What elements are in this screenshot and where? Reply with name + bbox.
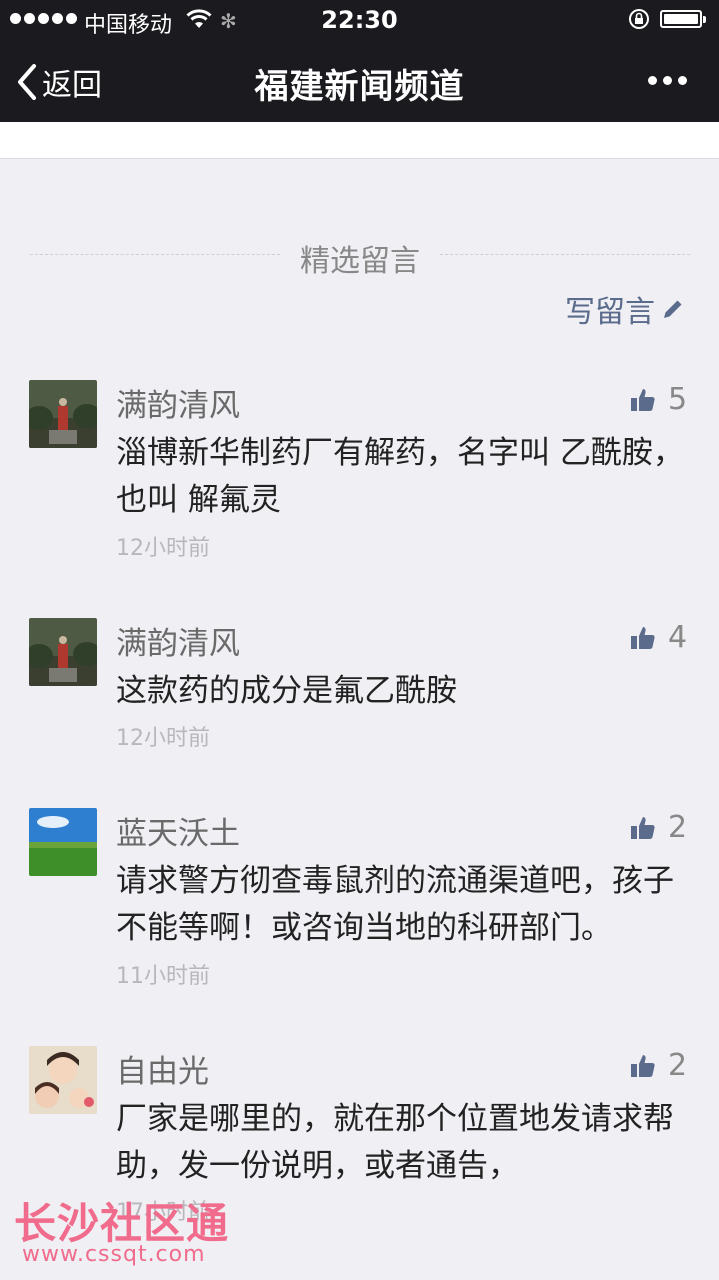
write-comment-button[interactable]: 写留言 (565, 288, 685, 330)
like-count: 2 (668, 810, 688, 845)
thumbs-up-icon (631, 816, 655, 839)
commenter-name: 自由光 (116, 1054, 209, 1090)
commenter-name: 蓝天沃土 (116, 816, 240, 852)
status-bar: 中国移动 ✻ 22:30 (0, 0, 719, 40)
avatar[interactable] (29, 1046, 97, 1114)
like-button[interactable]: 2 (630, 1048, 687, 1083)
watermark-url: www.cssqt.com (22, 1242, 206, 1267)
comment-item: 蓝天沃土 2 请求警方彻查毒鼠剂的流通渠道吧，孩子不能等啊！或咨询当地的科研部门… (0, 808, 719, 989)
comment-item: 满韵清风 5 淄博新华制药厂有解药，名字叫 乙酰胺，也叫 解氟灵 12小时前 (0, 380, 719, 561)
like-count: 5 (668, 382, 688, 417)
commenter-name: 满韵清风 (116, 626, 240, 662)
page-title: 福建新闻频道 (254, 67, 465, 107)
section-title: 精选留言 (300, 244, 420, 279)
like-count: 4 (668, 620, 688, 655)
thumbs-up-icon (631, 626, 655, 649)
divider-right (440, 254, 690, 255)
watermark-name: 长沙社区通 (14, 1199, 230, 1248)
comment-text: 这款药的成分是氟乙酰胺 (116, 673, 457, 709)
watermark: 长沙社区通 www.cssqt.com (14, 1199, 230, 1268)
comment-time: 12小时前 (116, 536, 210, 561)
avatar[interactable] (29, 380, 97, 448)
avatar[interactable] (29, 618, 97, 686)
comment-time: 11小时前 (116, 964, 210, 989)
rotation-lock-icon (628, 8, 650, 34)
comment-text: 淄博新华制药厂有解药，名字叫 乙酰胺，也叫 解氟灵 (116, 435, 684, 518)
avatar[interactable] (29, 808, 97, 876)
section-header: 精选留言 (30, 232, 690, 279)
battery-icon (660, 10, 706, 28)
like-button[interactable]: 4 (630, 620, 687, 655)
like-button[interactable]: 5 (630, 382, 687, 417)
thumbs-up-icon (631, 1054, 655, 1077)
pencil-icon (664, 300, 682, 318)
thumbs-up-icon (631, 388, 655, 411)
comment-text: 请求警方彻查毒鼠剂的流通渠道吧，孩子不能等啊！或咨询当地的科研部门。 (116, 863, 674, 946)
comment-time: 12小时前 (116, 726, 210, 751)
more-dots-icon[interactable] (648, 76, 687, 85)
like-button[interactable]: 2 (630, 810, 687, 845)
navigation-bar: 返回 福建新闻频道 (0, 40, 719, 122)
write-comment-label: 写留言 (565, 295, 655, 330)
comment-item: 满韵清风 4 这款药的成分是氟乙酰胺 12小时前 (0, 618, 719, 751)
like-count: 2 (668, 1048, 688, 1083)
article-bottom-strip (0, 122, 719, 159)
status-time: 22:30 (321, 6, 398, 34)
commenter-name: 满韵清风 (116, 388, 240, 424)
comment-text: 厂家是哪里的，就在那个位置地发请求帮助，发一份说明，或者通告， (116, 1101, 674, 1184)
